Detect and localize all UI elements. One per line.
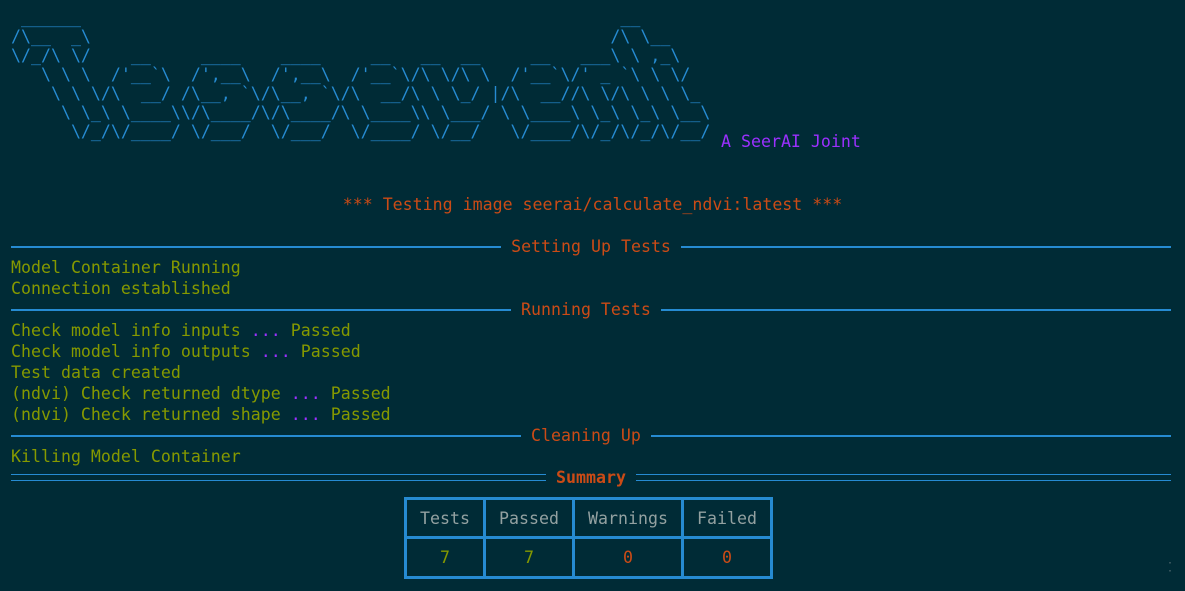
test-check-line: Check model info inputs ... Passed xyxy=(11,321,351,340)
log-line: Model Container Running xyxy=(11,258,241,277)
section-rule-running: Running Tests xyxy=(11,299,1171,320)
summary-header-passed: Passed xyxy=(483,497,575,539)
summary-table: Tests Passed Warnings Failed 7 7 0 0 xyxy=(404,497,773,579)
section-title-setup: Setting Up Tests xyxy=(511,237,671,256)
section-title-running: Running Tests xyxy=(521,300,651,319)
summary-value-passed: 7 xyxy=(483,536,575,579)
log-line: Connection established xyxy=(11,279,231,298)
section-title-summary: Summary xyxy=(556,468,626,487)
scrollbar-indicator[interactable]: · · xyxy=(1167,559,1173,577)
summary-header-row: Tests Passed Warnings Failed xyxy=(404,497,773,539)
test-check-line: (ndvi) Check returned dtype ... Passed xyxy=(11,384,391,403)
summary-value-row: 7 7 0 0 xyxy=(404,536,773,579)
section-title-cleanup: Cleaning Up xyxy=(531,426,641,445)
test-check-line: Check model info outputs ... Passed xyxy=(11,342,361,361)
summary-header-failed: Failed xyxy=(681,497,773,539)
testing-banner: *** Testing image seerai/calculate_ndvi:… xyxy=(342,195,843,214)
section-rule-summary: Summary xyxy=(11,467,1171,488)
summary-value-warnings: 0 xyxy=(572,536,684,579)
summary-value-tests: 7 xyxy=(404,536,486,579)
test-check-line: Test data created xyxy=(11,363,181,382)
section-rule-cleanup: Cleaning Up xyxy=(11,425,1171,446)
tagline: A SeerAI Joint xyxy=(721,132,861,151)
summary-header-tests: Tests xyxy=(404,497,486,539)
summary-value-failed: 0 xyxy=(681,536,773,579)
summary-header-warnings: Warnings xyxy=(572,497,684,539)
section-rule-setup: Setting Up Tests xyxy=(11,236,1172,257)
ascii-art-logo: ______ __ /\__ _\ /\ \__ \/_/\ \/ __ ___… xyxy=(11,8,711,141)
log-line: Killing Model Container xyxy=(11,447,241,466)
test-check-line: (ndvi) Check returned shape ... Passed xyxy=(11,405,391,424)
